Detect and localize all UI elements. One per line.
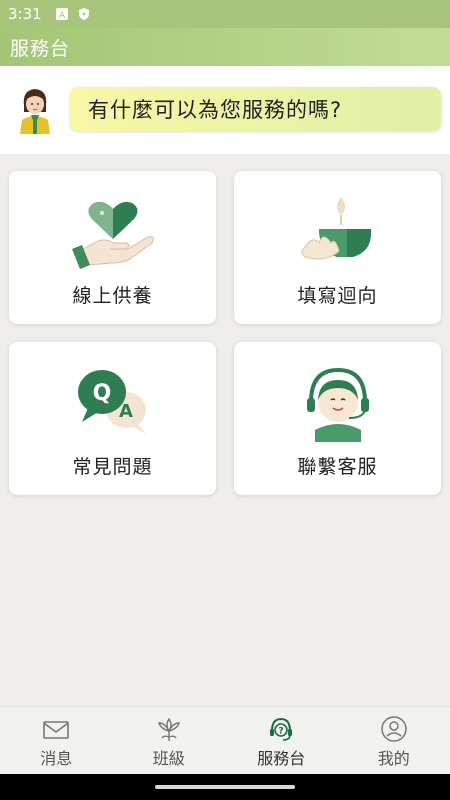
card-contact-support[interactable]: 聯繫客服 <box>234 342 441 495</box>
greeting-section: 有什麼可以為您服務的嗎? <box>0 66 450 154</box>
greeting-bubble: 有什麼可以為您服務的嗎? <box>70 87 441 131</box>
system-navigation-bar <box>0 774 450 800</box>
envelope-icon <box>43 721 70 739</box>
nav-item-messages[interactable]: 消息 <box>0 707 113 774</box>
card-label: 常見問題 <box>72 456 153 478</box>
app-notification-icon: A <box>55 8 68 20</box>
card-label: 聯繫客服 <box>297 456 378 478</box>
nav-label: 服務台 <box>257 749 306 768</box>
page-title: 服務台 <box>10 37 71 60</box>
assistant-avatar-icon <box>20 89 50 134</box>
nav-label: 消息 <box>40 749 73 768</box>
nav-item-classes[interactable]: 班級 <box>113 707 226 774</box>
status-bar: 3:31 A <box>0 0 450 28</box>
card-faq[interactable]: A Q 常見問題 <box>9 342 216 495</box>
profile-icon <box>381 716 407 742</box>
play-shield-icon <box>78 8 89 20</box>
nav-item-profile[interactable]: 我的 <box>338 707 450 774</box>
headset-question-icon: ? <box>270 717 293 741</box>
heart-hand-icon <box>71 201 154 269</box>
home-gesture-handle[interactable] <box>155 785 295 789</box>
card-dedication[interactable]: 填寫迴向 <box>234 171 441 324</box>
card-online-offering[interactable]: 線上供養 <box>9 171 216 324</box>
nav-label: 我的 <box>377 749 410 768</box>
bottom-nav: 消息 班級 ? 服務台 我的 <box>0 706 450 774</box>
app-bar: 服務台 <box>0 28 450 66</box>
svg-text:Q: Q <box>92 381 111 406</box>
status-time: 3:31 <box>8 5 42 23</box>
nav-label: 班級 <box>152 749 185 768</box>
card-label: 線上供養 <box>72 285 153 307</box>
lotus-candle-icon <box>301 197 371 260</box>
card-label: 填寫迴向 <box>297 285 378 307</box>
svg-text:?: ? <box>279 727 284 737</box>
svg-text:A: A <box>59 11 66 20</box>
lotus-icon <box>157 717 180 741</box>
headset-agent-icon <box>306 367 369 442</box>
qa-bubbles-icon: A Q <box>77 370 146 434</box>
nav-item-service-desk[interactable]: ? 服務台 <box>225 707 338 774</box>
